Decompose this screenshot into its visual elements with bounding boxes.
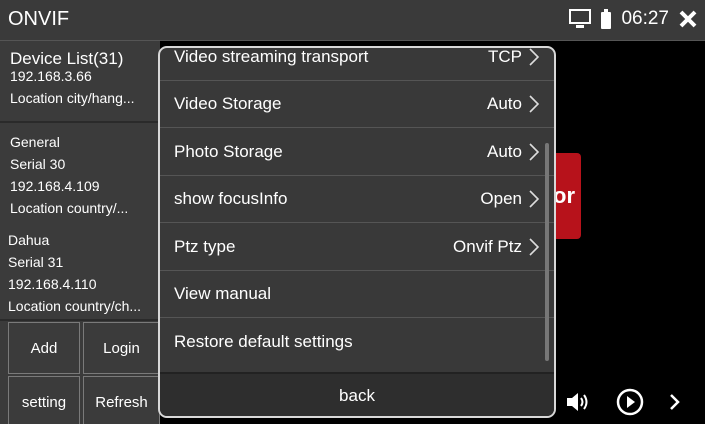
device-ip: 192.168.4.110 xyxy=(8,276,97,292)
menu-item-value: Auto xyxy=(487,142,522,161)
device-ip: 192.168.4.109 xyxy=(10,178,100,194)
menu-item-label: Ptz type xyxy=(174,237,236,256)
menu-item-label: Video Storage xyxy=(174,94,282,113)
device-serial: Serial 31 xyxy=(8,254,64,270)
login-button[interactable]: Login xyxy=(83,322,160,374)
menu-item-label: show focusInfo xyxy=(174,189,288,208)
setting-button[interactable]: setting xyxy=(8,376,80,424)
title-bar: ONVIF 06:27 xyxy=(0,0,705,41)
device-location: Location country/ch... xyxy=(8,298,142,314)
menu-item-ptz-type[interactable]: Ptz type Onvif Ptz xyxy=(160,224,554,271)
device-item[interactable]: 192.168.3.66 Location city/hang... xyxy=(0,68,160,123)
menu-item-restore-default-settings[interactable]: Restore default settings xyxy=(160,319,554,366)
device-name: Dahua xyxy=(8,232,50,248)
app-title: ONVIF xyxy=(8,8,70,30)
background-red-text: or xyxy=(553,183,575,208)
device-serial: Serial 30 xyxy=(10,156,66,172)
device-location: Location country/... xyxy=(10,200,129,216)
play-circle-icon[interactable] xyxy=(616,388,644,421)
device-item[interactable]: Dahua Serial 31 192.168.4.110 Location c… xyxy=(0,227,160,321)
menu-item-value: TCP xyxy=(488,48,522,66)
menu-scrollbar[interactable] xyxy=(545,143,549,361)
menu-item-view-manual[interactable]: View manual xyxy=(160,271,554,318)
refresh-button[interactable]: Refresh xyxy=(83,376,160,424)
menu-item-label: View manual xyxy=(174,284,272,303)
back-button[interactable]: back xyxy=(160,372,554,416)
device-location: Location city/hang... xyxy=(10,90,135,106)
menu-item-label: Video streaming transport xyxy=(174,48,369,66)
add-button[interactable]: Add xyxy=(8,322,80,374)
menu-item-value: Onvif Ptz xyxy=(453,237,522,256)
chevron-right-icon xyxy=(528,48,540,72)
clock: 06:27 xyxy=(621,8,669,29)
chevron-right-icon xyxy=(528,94,540,119)
close-icon[interactable] xyxy=(679,10,697,28)
device-item[interactable]: General Serial 30 192.168.4.109 Location… xyxy=(0,127,160,229)
device-name: General xyxy=(10,134,60,150)
device-list-panel: Device List(31) 192.168.3.66 Location ci… xyxy=(0,41,160,424)
playback-controls xyxy=(560,385,705,424)
device-ip: 192.168.3.66 xyxy=(10,68,92,84)
menu-item-video-storage[interactable]: Video Storage Auto xyxy=(160,81,554,128)
chevron-right-icon xyxy=(528,189,540,214)
chevron-right-icon xyxy=(528,142,540,167)
volume-icon[interactable] xyxy=(566,391,592,418)
menu-item-video-streaming-transport[interactable]: Video streaming transport TCP xyxy=(160,48,554,81)
menu-item-label: Photo Storage xyxy=(174,142,283,161)
menu-item-photo-storage[interactable]: Photo Storage Auto xyxy=(160,129,554,176)
menu-item-value: Auto xyxy=(487,94,522,113)
settings-dialog: Video streaming transport TCP Video Stor… xyxy=(158,46,556,418)
monitor-icon xyxy=(569,9,592,29)
menu-item-label: Restore default settings xyxy=(174,332,353,351)
battery-icon xyxy=(601,9,612,29)
chevron-right-icon[interactable] xyxy=(668,392,680,417)
menu-item-show-focusinfo[interactable]: show focusInfo Open xyxy=(160,176,554,223)
menu-item-value: Open xyxy=(480,189,522,208)
chevron-right-icon xyxy=(528,237,540,262)
settings-menu: Video streaming transport TCP Video Stor… xyxy=(160,48,554,370)
status-area: 06:27 xyxy=(569,8,697,30)
